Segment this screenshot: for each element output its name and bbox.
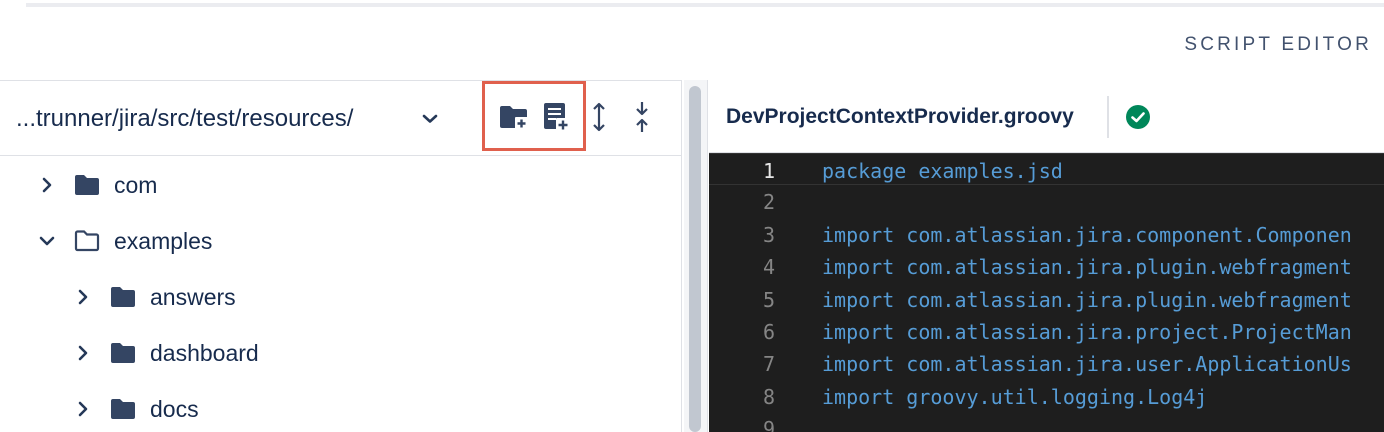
line-number: 6 (762, 320, 775, 344)
tree-item-com[interactable]: com (36, 160, 157, 210)
chevron-right-icon[interactable] (72, 398, 94, 420)
code-text: import com.atlassian.jira.plugin.webfrag… (822, 288, 1352, 312)
chevron-right-icon[interactable] (72, 286, 94, 308)
top-divider (26, 3, 1384, 7)
code-text: import com.atlassian.jira.user.Applicati… (822, 352, 1352, 376)
panel-scrollbar[interactable] (684, 80, 708, 432)
chevron-right-icon[interactable] (72, 342, 94, 364)
code-text: import com.atlassian.jira.plugin.webfrag… (822, 255, 1352, 279)
tab-divider (1107, 96, 1109, 138)
line-number: 9 (762, 417, 775, 432)
code-line[interactable]: 3 import com.atlassian.jira.component.Co… (709, 218, 1384, 250)
code-line[interactable]: 7 import com.atlassian.jira.user.Applica… (709, 347, 1384, 379)
scrollbar-thumb[interactable] (689, 86, 701, 432)
folder-icon (72, 170, 102, 200)
line-number: 4 (762, 255, 775, 279)
line-number: 8 (762, 385, 775, 409)
code-area[interactable]: 1 package examples.jsd 2 3 import com.at… (709, 153, 1384, 432)
tree-item-docs[interactable]: docs (72, 384, 199, 432)
file-browser-toolbar: ...trunner/jira/src/test/resources/ (0, 81, 681, 156)
editor-tab-bar: DevProjectContextProvider.groovy (709, 80, 1384, 153)
tree-item-label: examples (114, 227, 213, 254)
code-line[interactable]: 8 import groovy.util.logging.Log4j (709, 380, 1384, 412)
code-line[interactable]: 6 import com.atlassian.jira.project.Proj… (709, 315, 1384, 347)
line-number: 5 (762, 288, 775, 312)
code-line[interactable]: 9 (709, 412, 1384, 432)
check-circle-icon (1125, 104, 1151, 130)
tree-item-answers[interactable]: answers (72, 272, 236, 322)
collapse-all-icon[interactable] (625, 99, 659, 135)
chevron-down-icon[interactable] (36, 230, 58, 252)
line-number: 3 (762, 223, 775, 247)
code-text: import groovy.util.logging.Log4j (822, 385, 1208, 409)
folder-icon (108, 338, 138, 368)
file-browser-panel: ...trunner/jira/src/test/resources/ com … (0, 80, 682, 432)
chevron-down-icon[interactable] (418, 107, 442, 131)
folder-open-icon (72, 226, 102, 256)
tree-item-label: answers (150, 283, 236, 310)
new-folder-icon[interactable] (497, 99, 531, 135)
tree-item-examples[interactable]: examples (36, 216, 212, 266)
line-number: 2 (762, 190, 775, 214)
folder-icon (108, 282, 138, 312)
line-number: 1 (762, 159, 775, 183)
code-text: import com.atlassian.jira.project.Projec… (822, 320, 1352, 344)
code-text: package examples.jsd (822, 159, 1063, 183)
chevron-right-icon[interactable] (36, 174, 58, 196)
folder-icon (108, 394, 138, 424)
line-number: 7 (762, 352, 775, 376)
script-editor: DevProjectContextProvider.groovy 1 packa… (709, 80, 1384, 432)
path-breadcrumb[interactable]: ...trunner/jira/src/test/resources/ (16, 105, 353, 133)
code-text: import com.atlassian.jira.component.Comp… (822, 223, 1352, 247)
code-line[interactable]: 1 package examples.jsd (709, 153, 1384, 185)
tree-item-dashboard[interactable]: dashboard (72, 328, 259, 378)
tree-item-label: com (114, 171, 158, 198)
code-line[interactable]: 2 (709, 185, 1384, 217)
new-file-icon[interactable] (539, 99, 573, 135)
tree-item-label: docs (150, 395, 199, 422)
editor-tab-filename[interactable]: DevProjectContextProvider.groovy (726, 105, 1074, 129)
tree-item-label: dashboard (150, 339, 259, 366)
code-line[interactable]: 5 import com.atlassian.jira.plugin.webfr… (709, 283, 1384, 315)
code-line[interactable]: 4 import com.atlassian.jira.plugin.webfr… (709, 250, 1384, 282)
page-title: SCRIPT EDITOR (1184, 34, 1372, 55)
expand-all-icon[interactable] (582, 99, 616, 135)
